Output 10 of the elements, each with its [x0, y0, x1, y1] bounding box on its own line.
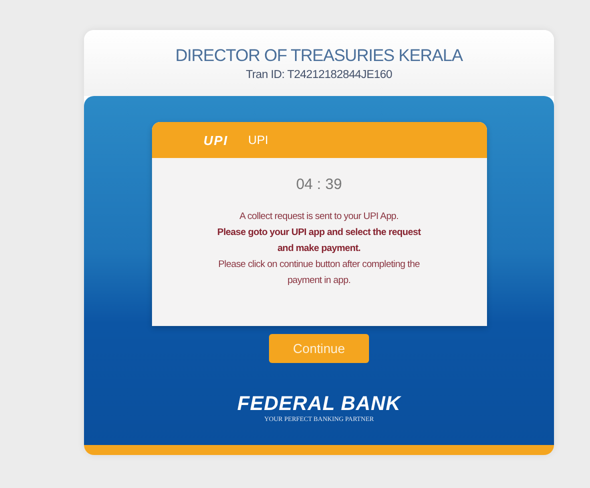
method-label: UPI — [248, 133, 268, 147]
continue-button[interactable]: Continue — [269, 334, 369, 363]
instruction-text: Please click on continue button after completing the payment in app. — [217, 258, 421, 288]
bank-logo: FEDERAL BANK — [237, 393, 401, 416]
instruction-text: Please goto your UPI app and select the request and make payment. — [216, 226, 422, 256]
merchant-title: DIRECTOR OF TREASURIES KERALA — [175, 46, 463, 66]
upi-logo: UPI — [204, 132, 228, 148]
countdown-timer: 04 : 39 — [296, 176, 342, 193]
transaction-id: Tran ID: T24212182844JE160 — [246, 68, 392, 80]
instruction-text: A collect request is sent to your UPI App. — [239, 210, 399, 224]
